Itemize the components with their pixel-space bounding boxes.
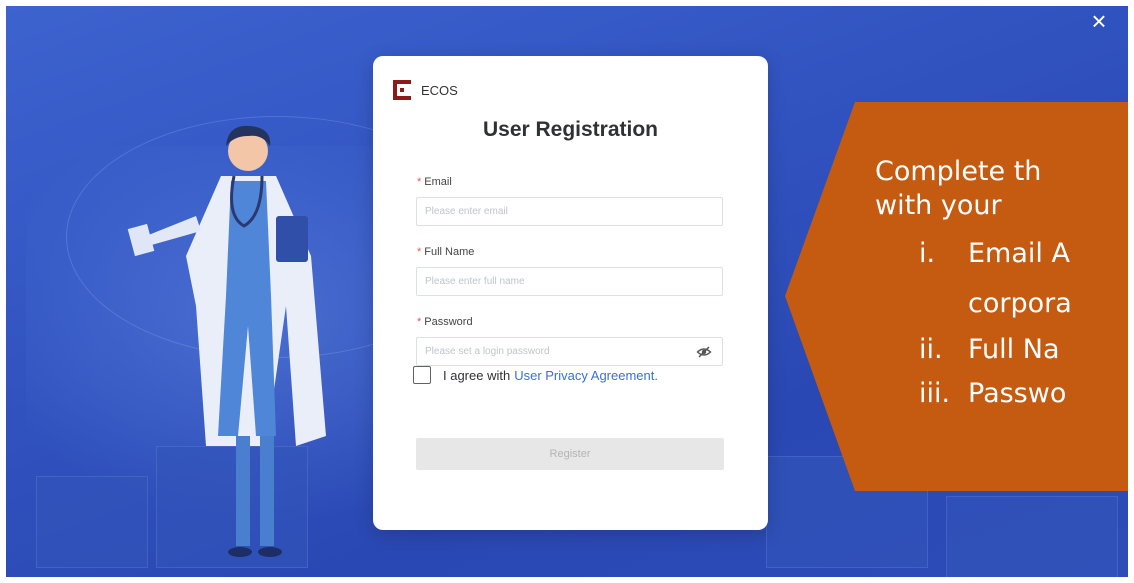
checkbox-icon[interactable] [413, 366, 431, 384]
callout-item-num: i. [919, 238, 936, 269]
callout-item-num: iii. [919, 378, 951, 409]
brand-header: ECOS [393, 80, 458, 100]
required-mark: * [417, 316, 422, 328]
full-name-field[interactable]: Please enter full name [416, 267, 723, 296]
email-label: * Email [417, 176, 452, 188]
password-placeholder: Please set a login password [425, 346, 550, 357]
required-mark: * [417, 176, 422, 188]
email-label-text: Email [424, 176, 452, 188]
ecos-logo-icon [393, 80, 411, 100]
agree-text: I agree with [443, 367, 511, 383]
full-name-label: * Full Name [417, 246, 474, 258]
callout-item-text: Full Na [968, 334, 1060, 365]
registration-modal: ECOS User Registration * Email Please ent… [373, 56, 768, 530]
callout-item-text: Email A [968, 238, 1070, 269]
register-button[interactable]: Register [416, 438, 724, 470]
required-mark: * [417, 246, 422, 258]
callout-item-text: corpora [968, 288, 1072, 319]
password-field[interactable]: Please set a login password [416, 337, 723, 366]
doctor-illustration [127, 125, 326, 557]
password-label-text: Password [424, 316, 473, 328]
page-title: User Registration [482, 118, 659, 141]
brand-name: ECOS [421, 82, 458, 98]
email-field[interactable]: Please enter email [416, 197, 723, 226]
eye-hidden-icon[interactable] [696, 344, 712, 360]
callout-line-2: with your [875, 190, 1002, 221]
instruction-callout: Complete th with your i. Email A corpora… [785, 102, 1128, 491]
full-name-label-text: Full Name [424, 246, 475, 258]
privacy-agreement-link[interactable]: User Privacy Agreement. [514, 368, 658, 383]
callout-line-1: Complete th [875, 156, 1042, 187]
close-icon[interactable]: × [1084, 6, 1114, 36]
decorative-cube [946, 496, 1118, 577]
password-label: * Password [417, 316, 473, 328]
callout-item-num: ii. [919, 334, 943, 365]
callout-item-text: Passwo [968, 378, 1067, 409]
privacy-agreement: I agree with User Privacy Agreement. [413, 366, 658, 384]
